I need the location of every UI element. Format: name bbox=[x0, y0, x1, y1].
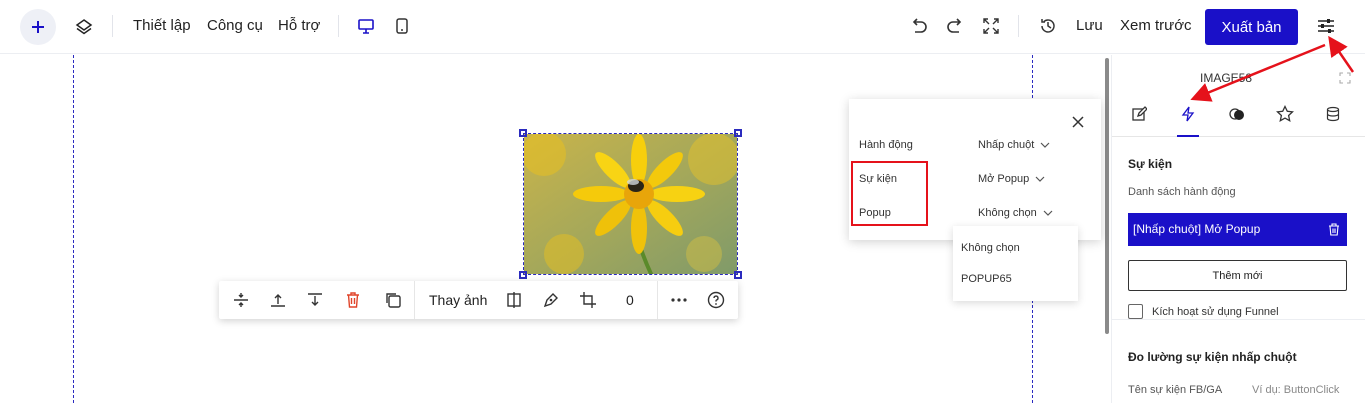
selected-image[interactable] bbox=[523, 133, 738, 275]
divider bbox=[112, 15, 113, 37]
divider bbox=[338, 15, 339, 37]
event-name-input[interactable]: Ví dụ: ButtonClick bbox=[1252, 384, 1339, 396]
delete-icon[interactable] bbox=[341, 288, 365, 312]
section-boundary bbox=[73, 55, 74, 403]
edit-icon[interactable] bbox=[1128, 103, 1150, 125]
section-title: Sự kiện bbox=[1128, 157, 1173, 171]
divider bbox=[657, 281, 658, 319]
undo-icon[interactable] bbox=[909, 16, 929, 36]
divider bbox=[1018, 15, 1019, 37]
menu-tools[interactable]: Công cụ bbox=[207, 17, 263, 34]
history-icon[interactable] bbox=[1038, 16, 1058, 36]
popup-dropdown: Không chọn POPUP65 bbox=[953, 226, 1078, 301]
align-bottom-icon[interactable] bbox=[303, 288, 327, 312]
redo-icon[interactable] bbox=[945, 16, 965, 36]
action-select-value: Nhấp chuột bbox=[978, 139, 1035, 151]
align-middle-icon[interactable] bbox=[229, 288, 253, 312]
event-select-value: Mở Popup bbox=[978, 173, 1030, 185]
database-icon[interactable] bbox=[1322, 103, 1344, 125]
funnel-checkbox[interactable] bbox=[1128, 304, 1143, 319]
action-label: Hành động bbox=[859, 139, 913, 151]
highlight-box bbox=[851, 161, 928, 226]
trash-icon[interactable] bbox=[1327, 222, 1341, 236]
rotation-value[interactable]: 0 bbox=[626, 292, 634, 308]
fullscreen-icon[interactable] bbox=[981, 16, 1001, 36]
plus-icon[interactable] bbox=[20, 9, 56, 45]
menu-help[interactable]: Hỗ trợ bbox=[278, 17, 320, 34]
action-item-label: [Nhấp chuột] Mở Popup bbox=[1133, 222, 1261, 236]
chevron-down-icon bbox=[1035, 176, 1045, 182]
top-bar: Thiết lập Công cụ Hỗ trợ Lưu Xem trước X… bbox=[0, 0, 1365, 54]
crop-icon[interactable] bbox=[576, 288, 600, 312]
change-image-button[interactable]: Thay ảnh bbox=[429, 292, 487, 308]
expand-icon[interactable] bbox=[1338, 71, 1352, 85]
menu-settings[interactable]: Thiết lập bbox=[133, 17, 191, 34]
active-tab-indicator bbox=[1177, 135, 1199, 137]
desktop-icon[interactable] bbox=[356, 16, 376, 36]
align-top-icon[interactable] bbox=[266, 288, 290, 312]
close-icon[interactable] bbox=[1069, 113, 1087, 131]
preview-button[interactable]: Xem trước bbox=[1120, 17, 1192, 34]
tracking-title: Đo lường sự kiện nhấp chuột bbox=[1128, 350, 1297, 364]
settings-sliders-icon[interactable] bbox=[1315, 15, 1337, 37]
resize-handle[interactable] bbox=[519, 129, 527, 137]
pen-icon[interactable] bbox=[539, 288, 563, 312]
blend-icon[interactable] bbox=[1226, 103, 1248, 125]
chevron-down-icon bbox=[1040, 142, 1050, 148]
star-icon[interactable] bbox=[1274, 103, 1296, 125]
flower-image bbox=[524, 134, 737, 274]
flip-icon[interactable] bbox=[502, 288, 526, 312]
element-name: IMAGE58 bbox=[1200, 71, 1253, 85]
canvas-scrollbar[interactable] bbox=[1105, 58, 1109, 334]
popup-select-value: Không chọn bbox=[978, 207, 1037, 219]
help-icon[interactable] bbox=[704, 288, 728, 312]
event-name-label: Tên sự kiện FB/GA bbox=[1128, 384, 1223, 396]
panel-tabs bbox=[1112, 93, 1365, 137]
lightning-icon[interactable] bbox=[1177, 103, 1199, 125]
dropdown-option[interactable]: POPUP65 bbox=[961, 273, 1012, 285]
popup-select[interactable]: Không chọn bbox=[978, 207, 1053, 219]
chevron-down-icon bbox=[1043, 210, 1053, 216]
funnel-label: Kích hoạt sử dụng Funnel bbox=[1152, 306, 1279, 318]
image-toolbar: Thay ảnh 0 bbox=[219, 281, 738, 319]
action-item[interactable]: [Nhấp chuột] Mở Popup bbox=[1128, 213, 1347, 246]
resize-handle[interactable] bbox=[519, 271, 527, 279]
resize-handle[interactable] bbox=[734, 129, 742, 137]
properties-panel: IMAGE58 Sự kiện Danh sách hành động [Nhấ… bbox=[1111, 55, 1365, 403]
action-select[interactable]: Nhấp chuột bbox=[978, 139, 1050, 151]
dropdown-option[interactable]: Không chọn bbox=[961, 242, 1020, 254]
action-list-label: Danh sách hành động bbox=[1128, 186, 1236, 198]
save-button[interactable]: Lưu bbox=[1076, 17, 1103, 34]
publish-button[interactable]: Xuất bản bbox=[1205, 9, 1298, 45]
add-action-button[interactable]: Thêm mới bbox=[1128, 260, 1347, 291]
more-icon[interactable] bbox=[667, 288, 691, 312]
mobile-icon[interactable] bbox=[392, 16, 412, 36]
resize-handle[interactable] bbox=[734, 271, 742, 279]
divider bbox=[414, 281, 415, 319]
event-select[interactable]: Mở Popup bbox=[978, 173, 1045, 185]
layers-icon[interactable] bbox=[74, 17, 94, 37]
duplicate-icon[interactable] bbox=[381, 288, 405, 312]
